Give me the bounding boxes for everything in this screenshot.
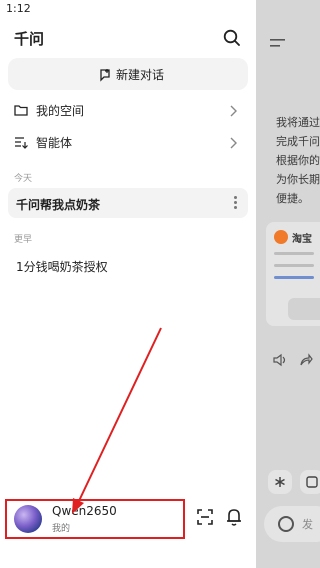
share-icon [299, 352, 313, 366]
card-button [288, 298, 320, 320]
more-vertical-icon[interactable] [234, 196, 238, 210]
background-text-line: 我将通过 [276, 116, 320, 129]
nav-item-label: 我的空间 [36, 104, 85, 118]
card-text-line [274, 264, 314, 267]
background-service-card: 淘宝 [266, 222, 320, 326]
background-text-line: 为你长期 [276, 173, 320, 186]
nav-item-label: 智能体 [36, 136, 73, 150]
speaker-icon [273, 352, 287, 367]
card-title: 淘宝 [292, 234, 312, 245]
photo-chip [300, 470, 320, 494]
section-earlier: 更早 [14, 235, 33, 245]
asterisk-chip [268, 470, 292, 494]
new-chat-icon [98, 67, 112, 82]
status-time: 1:12 [6, 2, 31, 15]
background-input-bar: 发 [264, 506, 320, 542]
new-chat-button[interactable]: 新建对话 [8, 58, 248, 90]
history-item-label: 1分钱喝奶茶授权 [16, 260, 108, 274]
background-chat-view[interactable]: 我将通过 完成千问 根据你的 为你长期 便捷。 淘宝 发 [256, 0, 320, 568]
card-text-line [274, 252, 314, 255]
taobao-icon [274, 230, 288, 244]
avatar [14, 505, 42, 533]
side-drawer: 千问 新建对话 我的空间 智能体 今天 千问帮我点奶茶 更早 1分钱喝奶茶授权 [0, 18, 256, 568]
profile-name: Qwen2650 [52, 504, 117, 518]
voice-icon [278, 516, 294, 532]
chevron-right-icon [228, 103, 238, 117]
scan-icon[interactable] [196, 508, 214, 526]
profile-entry[interactable]: Qwen2650 我的 [5, 499, 185, 539]
profile-subtitle: 我的 [52, 524, 71, 534]
background-text-line: 根据你的 [276, 154, 320, 167]
history-item[interactable]: 千问帮我点奶茶 [8, 188, 248, 218]
nav-item-agents[interactable]: 智能体 [8, 128, 248, 156]
input-placeholder: 发 [302, 518, 313, 531]
section-today: 今天 [14, 174, 33, 184]
menu-icon[interactable] [270, 33, 286, 47]
new-chat-label: 新建对话 [116, 68, 165, 82]
search-icon[interactable] [222, 28, 242, 48]
background-text-line: 完成千问 [276, 135, 320, 148]
card-link [274, 276, 314, 279]
history-item-label: 千问帮我点奶茶 [16, 198, 101, 212]
chevron-right-icon [228, 135, 238, 149]
folder-icon [14, 102, 28, 116]
background-text-line: 便捷。 [276, 192, 309, 205]
bell-icon[interactable] [225, 507, 243, 527]
drawer-title: 千问 [14, 30, 45, 48]
agent-list-icon [14, 134, 28, 149]
history-item[interactable]: 1分钱喝奶茶授权 [8, 250, 248, 280]
nav-item-my-space[interactable]: 我的空间 [8, 96, 248, 124]
